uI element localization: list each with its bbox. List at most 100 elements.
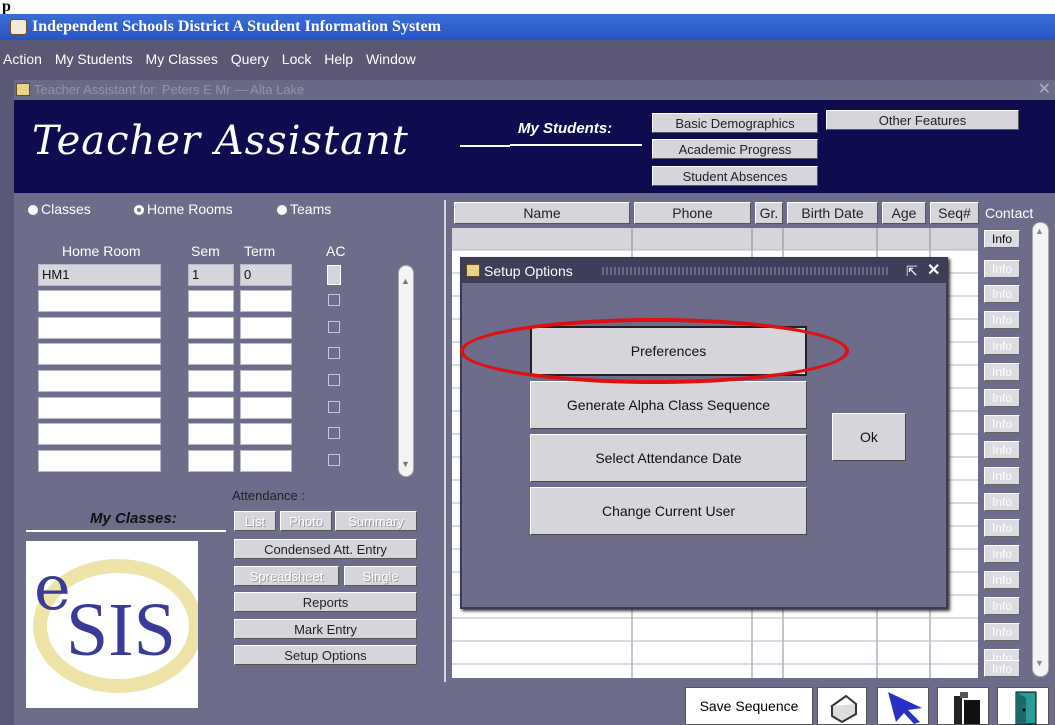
- navigate-button[interactable]: [877, 687, 929, 725]
- info-button[interactable]: Info: [984, 441, 1020, 459]
- col-birth-date[interactable]: Birth Date: [787, 202, 878, 224]
- info-button[interactable]: Info: [984, 597, 1020, 615]
- info-button[interactable]: Info: [984, 467, 1020, 485]
- scroll-up-icon[interactable]: ▲: [1035, 226, 1044, 236]
- single-button[interactable]: Single: [344, 566, 417, 586]
- menu-action[interactable]: Action: [3, 51, 42, 67]
- reports-button[interactable]: Reports: [234, 592, 417, 612]
- info-button[interactable]: Info: [984, 260, 1020, 278]
- home-room-cell[interactable]: [38, 343, 161, 365]
- info-button[interactable]: Info: [984, 285, 1020, 303]
- term-cell[interactable]: [240, 343, 292, 365]
- close-icon[interactable]: ✕: [1038, 80, 1051, 100]
- summary-button[interactable]: Summary: [335, 511, 417, 531]
- ac-checkbox[interactable]: [328, 347, 340, 359]
- condensed-att-entry-button[interactable]: Condensed Att. Entry: [234, 539, 417, 559]
- dialog-title: Setup Options: [484, 263, 573, 279]
- generate-alpha-class-sequence-button[interactable]: Generate Alpha Class Sequence: [530, 381, 807, 429]
- homeroom-scrollbar[interactable]: [398, 265, 414, 477]
- ac-checkbox[interactable]: [328, 294, 340, 306]
- ac-checkbox[interactable]: [328, 374, 340, 386]
- select-attendance-date-button[interactable]: Select Attendance Date: [530, 434, 807, 482]
- term-cell[interactable]: 0: [240, 264, 292, 286]
- home-room-cell[interactable]: [38, 290, 161, 312]
- info-button[interactable]: Info: [984, 389, 1020, 407]
- col-phone[interactable]: Phone: [634, 202, 751, 224]
- change-current-user-button[interactable]: Change Current User: [530, 487, 807, 535]
- info-button[interactable]: Info: [984, 623, 1020, 641]
- home-room-cell[interactable]: [38, 450, 161, 472]
- radio-home-rooms[interactable]: Home Rooms: [134, 201, 233, 217]
- photo-button[interactable]: Photo: [280, 511, 332, 531]
- other-features-button[interactable]: Other Features: [826, 110, 1019, 130]
- col-grade[interactable]: Gr.: [755, 202, 783, 224]
- info-button[interactable]: Info: [984, 415, 1020, 433]
- menu-help[interactable]: Help: [324, 51, 353, 67]
- sem-cell[interactable]: [188, 343, 234, 365]
- info-button[interactable]: Info: [984, 519, 1020, 537]
- info-button[interactable]: Info: [984, 230, 1020, 248]
- radio-teams[interactable]: Teams: [277, 201, 331, 217]
- sem-cell[interactable]: [188, 370, 234, 392]
- sem-cell[interactable]: [188, 317, 234, 339]
- printer-icon: [830, 694, 858, 724]
- basic-demographics-button[interactable]: Basic Demographics: [652, 113, 818, 133]
- info-button[interactable]: Info: [984, 363, 1020, 381]
- menu-lock[interactable]: Lock: [282, 51, 312, 67]
- col-seq[interactable]: Seq#: [930, 202, 979, 224]
- mark-entry-button[interactable]: Mark Entry: [234, 619, 417, 639]
- home-room-cell[interactable]: HM1: [38, 264, 161, 286]
- list-button[interactable]: List: [234, 511, 276, 531]
- sem-cell[interactable]: [188, 397, 234, 419]
- term-cell[interactable]: [240, 423, 292, 445]
- copy-button[interactable]: [937, 687, 989, 725]
- menu-query[interactable]: Query: [231, 51, 269, 67]
- scroll-up-icon[interactable]: ▲: [401, 276, 410, 286]
- scroll-down-icon[interactable]: ▼: [1035, 658, 1044, 668]
- radio-classes[interactable]: Classes: [28, 201, 91, 217]
- ac-checkbox[interactable]: [328, 427, 340, 439]
- student-absences-button[interactable]: Student Absences: [652, 166, 818, 186]
- info-button[interactable]: Info: [984, 493, 1020, 511]
- info-button[interactable]: Info: [984, 311, 1020, 329]
- ac-checkbox[interactable]: [327, 265, 341, 285]
- maximize-icon[interactable]: ⇱: [906, 259, 918, 283]
- home-room-cell[interactable]: [38, 317, 161, 339]
- info-button[interactable]: Info: [984, 337, 1020, 355]
- inner-window-title-bar: Teacher Assistant for: Peters E Mr — Alt…: [14, 80, 1055, 100]
- print-button[interactable]: [817, 687, 867, 725]
- student-scrollbar[interactable]: [1032, 222, 1049, 677]
- menu-window[interactable]: Window: [366, 51, 416, 67]
- scroll-down-icon[interactable]: ▼: [401, 459, 410, 469]
- term-cell[interactable]: [240, 290, 292, 312]
- close-icon[interactable]: ✕: [927, 259, 940, 283]
- ac-checkbox[interactable]: [328, 321, 340, 333]
- sem-cell[interactable]: [188, 290, 234, 312]
- exit-button[interactable]: [997, 687, 1049, 725]
- term-cell[interactable]: [240, 370, 292, 392]
- sem-cell[interactable]: 1: [188, 264, 234, 286]
- info-button[interactable]: Info: [984, 571, 1020, 589]
- info-button[interactable]: Info: [984, 545, 1020, 563]
- ac-checkbox[interactable]: [328, 401, 340, 413]
- info-button[interactable]: Info: [984, 660, 1020, 677]
- spreadsheet-button[interactable]: Spreadsheet: [234, 566, 339, 586]
- left-strip: [0, 80, 14, 725]
- home-room-cell[interactable]: [38, 370, 161, 392]
- term-cell[interactable]: [240, 317, 292, 339]
- save-sequence-button[interactable]: Save Sequence: [685, 687, 813, 725]
- menu-my-classes[interactable]: My Classes: [146, 51, 218, 67]
- col-name[interactable]: Name: [454, 202, 630, 224]
- academic-progress-button[interactable]: Academic Progress: [652, 139, 818, 159]
- sem-cell[interactable]: [188, 423, 234, 445]
- ok-button[interactable]: Ok: [832, 413, 906, 461]
- col-age[interactable]: Age: [882, 202, 926, 224]
- menu-my-students[interactable]: My Students: [55, 51, 133, 67]
- home-room-cell[interactable]: [38, 397, 161, 419]
- setup-options-button[interactable]: Setup Options: [234, 645, 417, 665]
- home-room-cell[interactable]: [38, 423, 161, 445]
- term-cell[interactable]: [240, 397, 292, 419]
- ac-checkbox[interactable]: [328, 454, 340, 466]
- term-cell[interactable]: [240, 450, 292, 472]
- sem-cell[interactable]: [188, 450, 234, 472]
